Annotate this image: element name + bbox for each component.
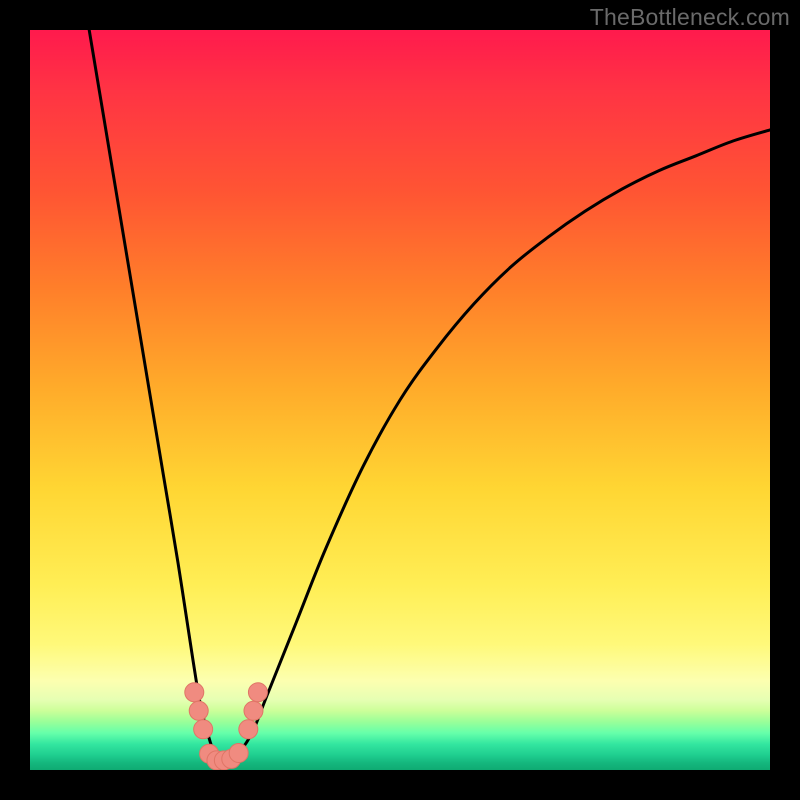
- bottleneck-curve: [89, 30, 770, 764]
- curve-marker: [229, 743, 248, 762]
- curve-marker: [194, 720, 213, 739]
- chart-frame: TheBottleneck.com: [0, 0, 800, 800]
- curve-layer: [30, 30, 770, 770]
- curve-marker: [189, 701, 208, 720]
- curve-marker: [239, 720, 258, 739]
- watermark-text: TheBottleneck.com: [590, 4, 790, 31]
- curve-markers: [185, 683, 268, 770]
- curve-marker: [248, 683, 267, 702]
- plot-area: [30, 30, 770, 770]
- curve-marker: [244, 701, 263, 720]
- curve-marker: [185, 683, 204, 702]
